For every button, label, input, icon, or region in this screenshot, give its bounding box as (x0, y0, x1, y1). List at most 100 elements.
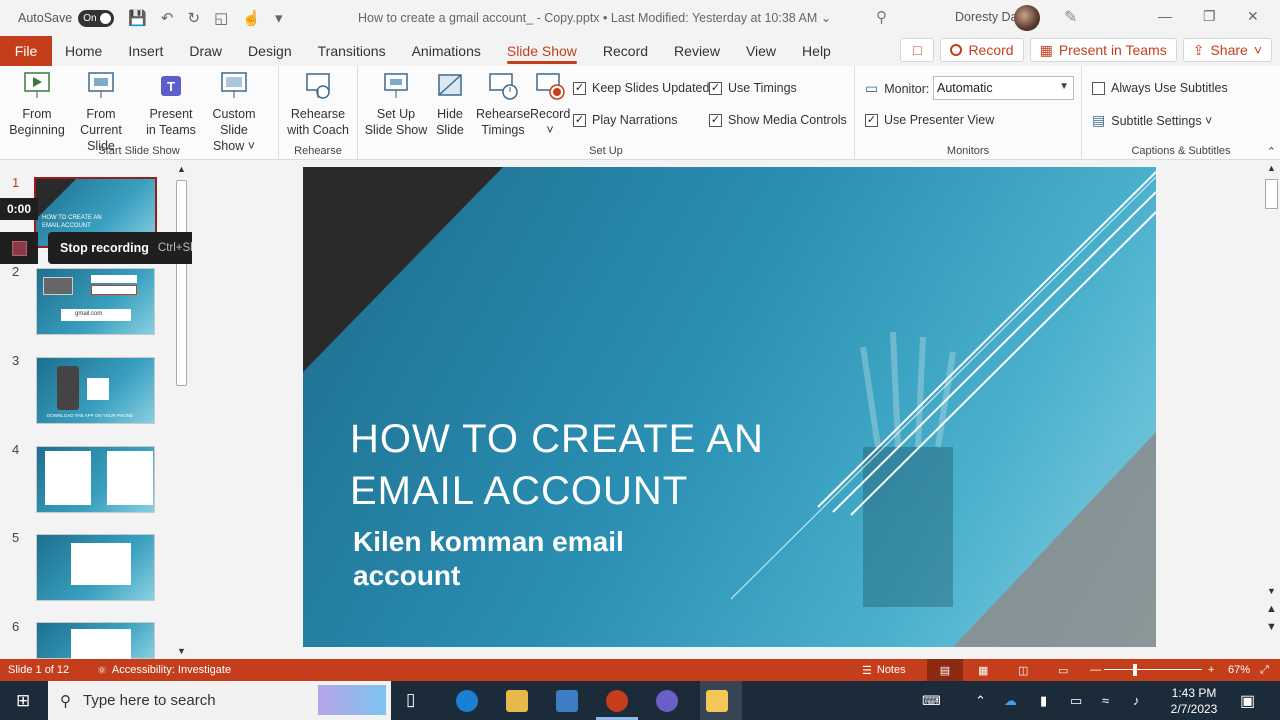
canvas-scrollbar[interactable]: ▲ ▼ ▲ ▼ (1263, 161, 1280, 659)
scrollbar-thumb[interactable] (1265, 179, 1278, 209)
keyboard-icon[interactable]: ⌨ (922, 681, 941, 720)
slide-thumbnail-6[interactable] (36, 622, 155, 660)
powerpoint-icon[interactable] (606, 690, 628, 712)
scroll-up-icon[interactable]: ▲ (1267, 163, 1276, 173)
slide-thumbnail-2[interactable]: gmail.com (36, 268, 155, 335)
restore-icon[interactable]: ❐ (1203, 8, 1216, 25)
record-ribbon-button[interactable]: Record ˅ (530, 70, 570, 138)
redo-icon[interactable]: ↻ (187, 9, 200, 27)
current-slide[interactable]: HOW TO CREATE AN EMAIL ACCOUNT Kilen kom… (303, 167, 1156, 647)
tab-insert[interactable]: Insert (115, 36, 176, 66)
tab-transitions[interactable]: Transitions (305, 36, 399, 66)
custom-slide-show-button[interactable]: Custom Slide Show ˅ (198, 70, 270, 154)
notes-button[interactable]: ☰ Notes (862, 664, 906, 677)
slide-sorter-icon[interactable]: ▦ (978, 664, 988, 677)
accessibility-status[interactable]: ⚛ Accessibility: Investigate (97, 664, 231, 677)
tab-view[interactable]: View (733, 36, 789, 66)
tab-animations[interactable]: Animations (399, 36, 494, 66)
task-view-icon[interactable]: ▯ (406, 690, 415, 710)
slide-thumbnail-4[interactable] (36, 446, 155, 513)
normal-view-icon[interactable]: ▤ (927, 659, 963, 681)
autosave-toggle[interactable]: On (78, 9, 115, 27)
notifications-icon[interactable]: ▣ (1240, 681, 1255, 720)
set-up-slide-show-button[interactable]: Set Up Slide Show (362, 70, 430, 138)
slide-thumbnail-3[interactable]: DOWNLOAD THE APP ON YOUR PHONE (36, 357, 155, 424)
tab-review[interactable]: Review (661, 36, 733, 66)
tab-home[interactable]: Home (52, 36, 115, 66)
present-in-teams-line1: Present (149, 107, 193, 121)
from-current-slide-button[interactable]: From Current Slide (66, 70, 136, 154)
store-icon[interactable] (556, 690, 578, 712)
collapse-ribbon-icon[interactable]: ⌃ (1267, 145, 1276, 158)
present-in-teams-ribbon-button[interactable]: T Present in Teams (144, 70, 198, 138)
autosave[interactable]: AutoSave On (18, 9, 115, 27)
tab-file[interactable]: File (0, 36, 52, 66)
tab-draw[interactable]: Draw (176, 36, 235, 66)
monitor-select[interactable]: Automatic ▼ (933, 76, 1074, 100)
group-start-slide-show: From Beginning From Current Slide T Pres… (0, 66, 279, 160)
touch-mode-icon[interactable]: ☝ (242, 9, 261, 27)
customize-qat-icon[interactable]: ▾ (275, 9, 283, 27)
onedrive-icon[interactable]: ☁ (1004, 681, 1017, 720)
slide-thumbnail-5[interactable] (36, 534, 155, 601)
zoom-slider[interactable] (1104, 669, 1202, 670)
zoom-out-icon[interactable]: — (1090, 664, 1101, 676)
slide-title[interactable]: HOW TO CREATE AN EMAIL ACCOUNT (350, 413, 764, 517)
keep-slides-updated-checkbox[interactable]: ✓ Keep Slides Updated (573, 81, 709, 95)
zoom-in-icon[interactable]: + (1208, 664, 1214, 676)
tab-design[interactable]: Design (235, 36, 305, 66)
zoom-slider-thumb[interactable] (1133, 664, 1137, 676)
rehearse-timings-button[interactable]: Rehearse Timings (476, 70, 530, 138)
use-presenter-view-checkbox[interactable]: ✓ Use Presenter View (865, 113, 994, 127)
previous-slide-icon[interactable]: ▲ (1266, 603, 1277, 615)
tab-slide-show[interactable]: Slide Show (494, 36, 590, 66)
comments-button[interactable]: □ (900, 38, 935, 62)
use-timings-checkbox[interactable]: ✓ Use Timings (709, 81, 797, 95)
slide-counter[interactable]: Slide 1 of 12 (8, 664, 69, 676)
show-media-controls-checkbox[interactable]: ✓ Show Media Controls (709, 113, 847, 127)
record-button[interactable]: Record (940, 38, 1024, 62)
tab-record[interactable]: Record (590, 36, 661, 66)
volume-icon[interactable]: ♪ (1133, 681, 1140, 720)
wifi-icon[interactable]: ≈ (1102, 681, 1109, 720)
minimize-icon[interactable]: — (1158, 8, 1172, 24)
scroll-down-icon[interactable]: ▼ (177, 646, 186, 656)
subtitle-settings-button[interactable]: ▤ Subtitle Settings ˅ (1092, 112, 1212, 129)
undo-icon[interactable]: ↶ (161, 9, 174, 27)
hide-slide-button[interactable]: Hide Slide (430, 70, 470, 138)
microphone-icon[interactable]: ▮ (1040, 681, 1047, 720)
zoom-level[interactable]: 67% (1228, 664, 1250, 676)
reading-view-icon[interactable]: ◫ (1018, 664, 1028, 677)
share-button[interactable]: ⇪ Share ˅ (1182, 38, 1272, 62)
play-narrations-checkbox[interactable]: ✓ Play Narrations (573, 113, 677, 127)
from-beginning-button[interactable]: From Beginning (8, 70, 66, 138)
next-slide-icon[interactable]: ▼ (1266, 621, 1277, 633)
settings-app-icon[interactable] (656, 690, 678, 712)
search-icon[interactable]: ⚲ (876, 8, 887, 26)
avatar[interactable] (1014, 5, 1040, 31)
scroll-down-icon[interactable]: ▼ (1267, 586, 1276, 596)
battery-icon[interactable]: ▭ (1070, 681, 1082, 720)
scrollbar-thumb[interactable] (176, 180, 187, 386)
tab-help[interactable]: Help (789, 36, 844, 66)
document-title[interactable]: How to create a gmail account_ - Copy.pp… (358, 10, 831, 25)
stop-recording-button[interactable] (0, 232, 38, 264)
pen-icon[interactable]: ✎ (1064, 7, 1077, 27)
file-explorer-icon[interactable] (506, 690, 528, 712)
clock[interactable]: 1:43 PM 2/7/2023 (1162, 681, 1226, 720)
slide-number: 1 (12, 175, 20, 190)
edge-icon[interactable] (456, 690, 478, 712)
windows-start-icon[interactable]: ⊞ (16, 691, 30, 711)
close-icon[interactable]: ✕ (1247, 8, 1259, 25)
slide-subtitle[interactable]: Kilen komman email account (353, 525, 624, 593)
taskbar-search[interactable]: ⚲ Type here to search (48, 681, 391, 720)
present-in-teams-button[interactable]: ▦ Present in Teams (1029, 38, 1177, 62)
always-use-subtitles-checkbox[interactable]: Always Use Subtitles (1092, 81, 1228, 95)
fit-to-window-icon[interactable]: ⤢ (1260, 664, 1269, 677)
show-hidden-icons-icon[interactable]: ⌃ (975, 681, 986, 720)
save-icon[interactable]: 💾 (128, 9, 147, 27)
scroll-up-icon[interactable]: ▲ (177, 164, 186, 174)
slide-show-view-icon[interactable]: ▭ (1058, 664, 1068, 677)
rehearse-with-coach-button[interactable]: Rehearse with Coach (285, 70, 351, 138)
presentation-icon[interactable]: ◱ (214, 9, 228, 27)
